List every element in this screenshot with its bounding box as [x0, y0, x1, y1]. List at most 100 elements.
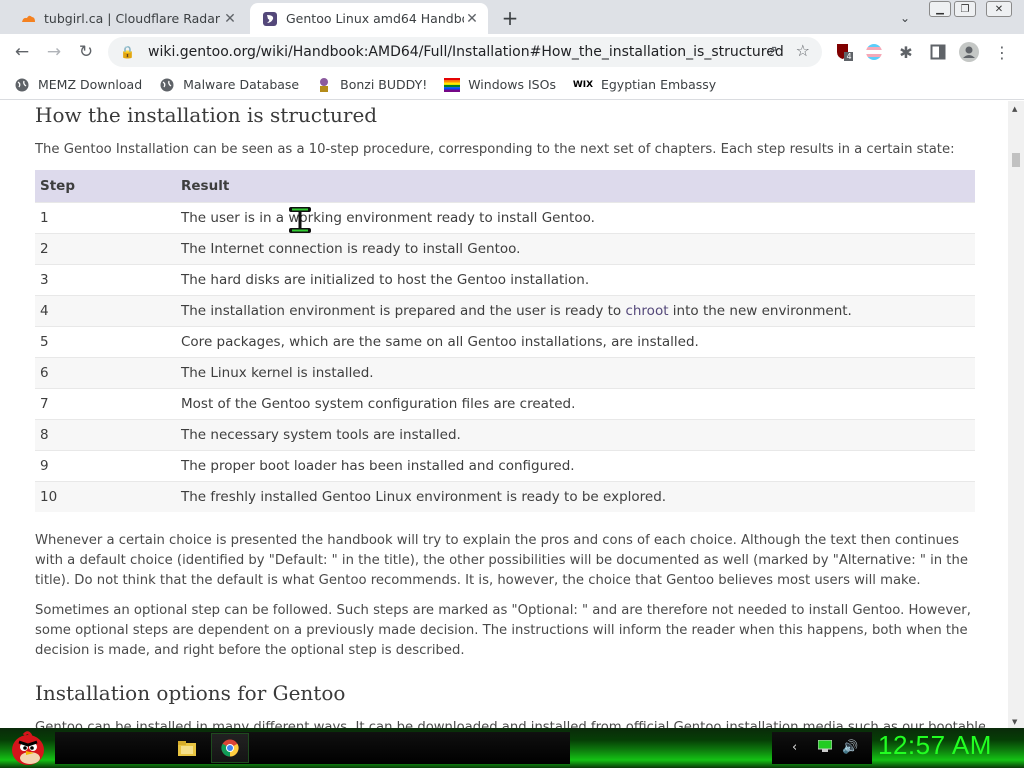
tab-title: Gentoo Linux amd64 Handbook: Installing …: [286, 11, 464, 26]
result-text: The installation environment is prepared…: [181, 302, 626, 319]
step-number: 8: [35, 418, 176, 450]
bookmark-egyptian-embassy[interactable]: WIX Egyptian Embassy: [573, 77, 716, 93]
table-row: 3 The hard disks are initialized to host …: [35, 263, 975, 295]
restore-button[interactable]: ❐: [954, 1, 976, 17]
bookmarks-bar: MEMZ Download Malware Database Bonzi BUD…: [0, 70, 1024, 100]
address-bar[interactable]: 🔒 wiki.gentoo.org/wiki/Handbook:AMD64/Fu…: [108, 37, 822, 67]
result-text: into the new environment.: [668, 302, 852, 319]
section-heading-installation-structure: How the installation is structured: [35, 103, 378, 127]
tab-search-icon[interactable]: ⌄: [895, 8, 915, 28]
step-result: The Linux kernel is installed.: [176, 356, 975, 388]
bookmark-star-icon[interactable]: ☆: [796, 41, 810, 60]
step-result: The installation environment is prepared…: [176, 294, 975, 326]
start-button[interactable]: [4, 728, 52, 768]
choices-paragraph: Whenever a certain choice is presented t…: [35, 533, 968, 588]
optional-steps-paragraph: Sometimes an optional step can be follow…: [35, 603, 971, 658]
step-number: 4: [35, 294, 176, 326]
step-number: 5: [35, 325, 176, 357]
step-number: 1: [35, 201, 176, 233]
reload-icon[interactable]: ↻: [74, 40, 98, 64]
step-result: The freshly installed Gentoo Linux envir…: [176, 480, 975, 512]
text-cursor-icon: [289, 207, 311, 233]
table-row: 2 The Internet connection is ready to ins…: [35, 232, 975, 264]
step-result: The hard disks are initialized to host t…: [176, 263, 975, 295]
side-panel-icon[interactable]: [928, 42, 948, 62]
bookmark-label: Malware Database: [183, 77, 300, 92]
chroot-link[interactable]: chroot: [625, 303, 668, 319]
section-heading-installation-options: Installation options for Gentoo: [35, 681, 346, 705]
ublock-extension-icon[interactable]: 4: [834, 42, 854, 62]
column-header-step: Step: [35, 170, 176, 202]
minimize-button[interactable]: ▁: [929, 1, 951, 17]
wix-icon: WIX: [572, 79, 594, 90]
table-row: 9 The proper boot loader has been install…: [35, 449, 975, 481]
forward-icon[interactable]: →: [42, 40, 66, 64]
column-header-result: Result: [176, 170, 975, 202]
step-result: The Internet connection is ready to inst…: [176, 232, 975, 264]
extensions-puzzle-icon[interactable]: ✱: [896, 42, 916, 62]
taskbar: ‹ 🔊 12:57 AM: [0, 728, 1024, 768]
tab-gentoo-handbook[interactable]: Gentoo Linux amd64 Handbook: Installing …: [250, 3, 488, 34]
extension-badge: 4: [846, 52, 852, 61]
chrome-taskbar-button[interactable]: [211, 733, 249, 763]
scrollbar-thumb[interactable]: [1012, 153, 1020, 167]
url-text[interactable]: wiki.gentoo.org/wiki/Handbook:AMD64/Full…: [148, 44, 822, 60]
step-number: 9: [35, 449, 176, 481]
file-explorer-taskbar-button[interactable]: [168, 733, 206, 763]
close-window-button[interactable]: ✕: [986, 1, 1012, 17]
tray-expand-icon[interactable]: ‹: [792, 740, 797, 755]
bookmark-windows-isos[interactable]: Windows ISOs: [444, 77, 556, 93]
bookmark-label: Windows ISOs: [468, 77, 556, 92]
scroll-up-icon[interactable]: ▲: [1012, 105, 1017, 113]
bookmark-label: MEMZ Download: [38, 77, 143, 92]
step-result: Core packages, which are the same on all…: [176, 325, 975, 357]
network-icon[interactable]: [817, 739, 833, 756]
trans-flag-extension-icon[interactable]: [864, 42, 884, 62]
volume-icon[interactable]: 🔊: [842, 740, 858, 755]
taskbar-clock[interactable]: 12:57 AM: [878, 730, 992, 761]
table-row: 1 The user is in a working environment re…: [35, 201, 975, 233]
tab-title: tubgirl.ca | Cloudflare Radar: [44, 11, 221, 26]
rainbow-flag-icon: [444, 77, 461, 93]
installation-options-paragraph: Gentoo can be installed in many differen…: [35, 720, 985, 728]
tab-close-icon[interactable]: ✕: [222, 11, 238, 27]
page-scrollbar[interactable]: ▲ ▼: [1008, 101, 1024, 728]
bookmark-malware-database[interactable]: Malware Database: [159, 77, 299, 93]
menu-kebab-icon[interactable]: ⋮: [992, 42, 1012, 62]
new-tab-button[interactable]: +: [498, 6, 522, 30]
step-result: Most of the Gentoo system configuration …: [176, 387, 975, 419]
table-row: 6 The Linux kernel is installed.: [35, 356, 975, 388]
intro-paragraph: The Gentoo Installation can be seen as a…: [35, 142, 955, 157]
back-icon[interactable]: ←: [10, 40, 34, 64]
step-number: 6: [35, 356, 176, 388]
steps-table: Step Result 1 The user is in a working en…: [35, 170, 975, 512]
bookmark-label: Bonzi BUDDY!: [340, 77, 428, 92]
folder-icon: [178, 741, 196, 756]
share-icon[interactable]: ⇗: [766, 43, 778, 59]
browser-toolbar: ← → ↻ 🔒 wiki.gentoo.org/wiki/Handbook:AM…: [0, 34, 1024, 70]
tab-close-icon[interactable]: ✕: [464, 11, 480, 27]
chrome-icon: [221, 739, 239, 757]
profile-avatar-icon[interactable]: [959, 42, 979, 62]
table-row: 7 Most of the Gentoo system configuration…: [35, 387, 975, 419]
step-number: 10: [35, 480, 176, 512]
step-result: The proper boot loader has been installe…: [176, 449, 975, 481]
scroll-down-icon[interactable]: ▼: [1012, 718, 1017, 726]
bookmark-bonzi-buddy[interactable]: Bonzi BUDDY!: [316, 77, 427, 93]
bookmark-memz[interactable]: MEMZ Download: [14, 77, 142, 93]
table-row: 5 Core packages, which are the same on al…: [35, 325, 975, 357]
taskbar-app-area: [55, 732, 570, 764]
step-number: 2: [35, 232, 176, 264]
globe-icon: [14, 77, 30, 93]
step-result: The necessary system tools are installed…: [176, 418, 975, 450]
cloudflare-icon: [22, 15, 35, 22]
step-number: 3: [35, 263, 176, 295]
table-row: 4 The installation environment is prepare…: [35, 294, 975, 326]
tab-cloudflare-radar[interactable]: tubgirl.ca | Cloudflare Radar ✕: [8, 3, 246, 34]
angry-bird-icon: [12, 731, 44, 765]
table-header-row: Step Result: [35, 170, 975, 202]
lock-icon[interactable]: 🔒: [120, 45, 136, 59]
table-row: 8 The necessary system tools are installe…: [35, 418, 975, 450]
gentoo-icon: [263, 11, 277, 26]
tab-strip: tubgirl.ca | Cloudflare Radar ✕ Gentoo L…: [0, 0, 1024, 34]
